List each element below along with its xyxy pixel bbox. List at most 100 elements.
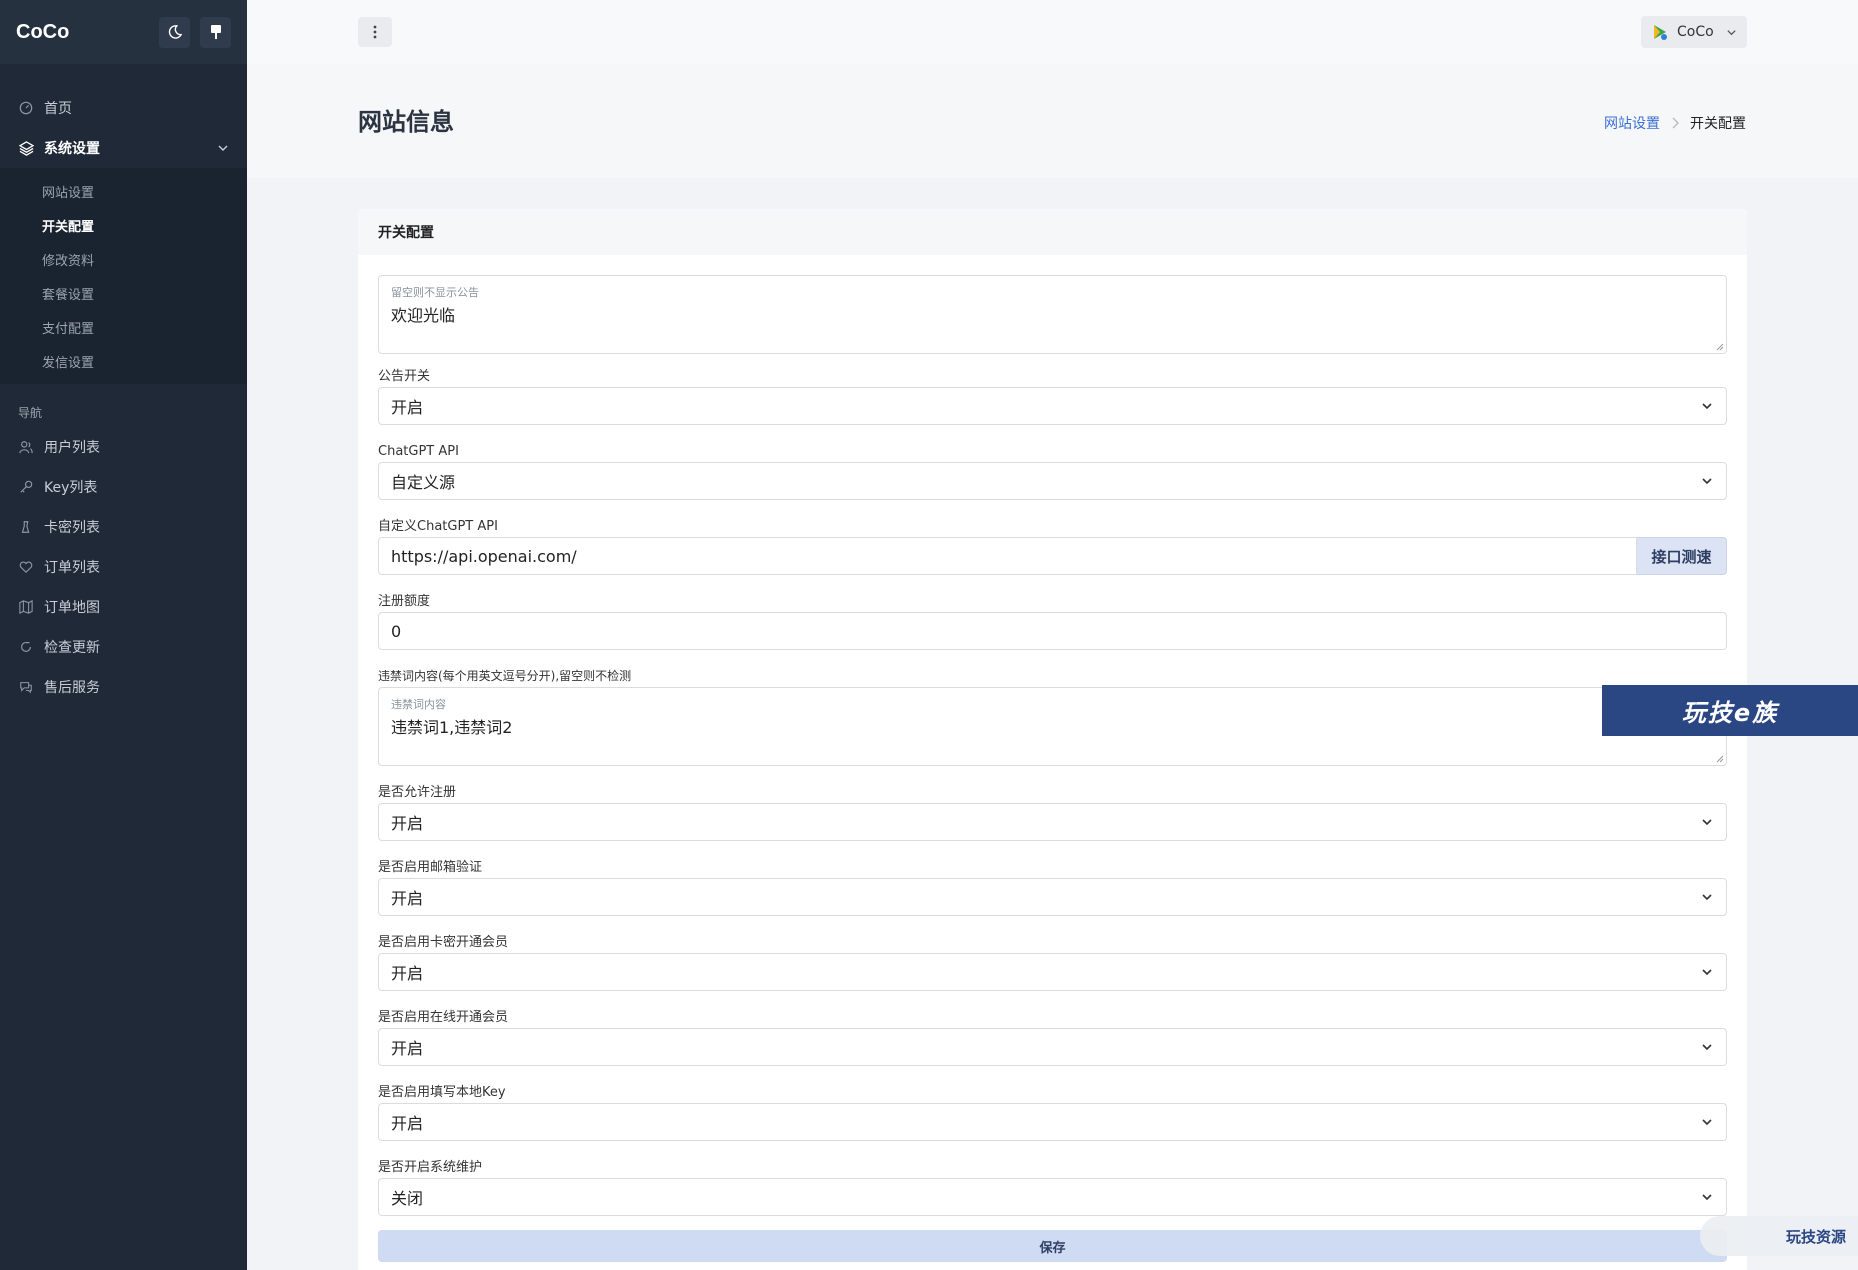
sidebar-item-label: 首页	[44, 101, 72, 117]
chevron-down-icon	[1702, 1044, 1712, 1051]
chess-icon	[18, 519, 34, 535]
switch-config-card: 开关配置 留空则不显示公告 欢迎光临 公告开关 开启 ChatGPT API 自…	[358, 209, 1747, 1270]
notice-switch-select[interactable]: 开启	[378, 387, 1727, 425]
custom-api-group: https://api.openai.com/ 接口测速	[378, 537, 1727, 575]
pin-icon	[210, 25, 221, 39]
allow-register-select[interactable]: 开启	[378, 803, 1727, 841]
allow-register-label: 是否允许注册	[378, 785, 457, 800]
banned-words-textarea[interactable]: 违禁词内容 违禁词1,违禁词2	[378, 687, 1727, 766]
sidebar-item-label: 用户列表	[44, 440, 100, 456]
chat-icon	[18, 679, 34, 695]
sidebar-item-label: 卡密列表	[44, 520, 100, 536]
banned-words-section-label: 违禁词内容(每个用英文逗号分开),留空则不检测	[378, 669, 632, 683]
chevron-down-icon	[1702, 478, 1712, 485]
chevron-down-icon	[1702, 894, 1712, 901]
settings-form: 留空则不显示公告 欢迎光临 公告开关 开启 ChatGPT API 自定义源 自…	[358, 255, 1747, 1262]
breadcrumb: 网站设置 开关配置	[1604, 113, 1746, 133]
sidebar-item-label: 订单列表	[44, 560, 100, 576]
announcement-value: 欢迎光临	[391, 306, 456, 325]
layers-icon	[18, 140, 34, 156]
chevron-down-icon	[1702, 1194, 1712, 1201]
notice-switch-label: 公告开关	[378, 369, 431, 384]
chatgpt-api-value: 自定义源	[391, 473, 456, 492]
api-speed-test-button[interactable]: 接口测速	[1637, 537, 1727, 575]
card-member-value: 开启	[391, 964, 424, 983]
submenu-item-site-settings[interactable]: 网站设置	[0, 174, 247, 208]
sidebar-item-order-map[interactable]: 订单地图	[0, 587, 247, 627]
online-member-value: 开启	[391, 1039, 424, 1058]
users-icon	[18, 439, 34, 455]
sidebar-item-users[interactable]: 用户列表	[0, 427, 247, 467]
custom-api-input[interactable]: https://api.openai.com/	[378, 537, 1637, 575]
announcement-placeholder-label: 留空则不显示公告	[391, 286, 479, 299]
sidebar-item-after-sales[interactable]: 售后服务	[0, 667, 247, 707]
sidebar-item-system-settings[interactable]: 系统设置	[0, 128, 247, 168]
sidebar-item-label: 检查更新	[44, 640, 100, 656]
card-title: 开关配置	[358, 209, 1747, 255]
map-icon	[18, 599, 34, 615]
chevron-down-icon	[1702, 969, 1712, 976]
submenu-item-edit-profile[interactable]: 修改资料	[0, 242, 247, 276]
online-member-select[interactable]: 开启	[378, 1028, 1727, 1066]
submenu-item-mail-settings[interactable]: 发信设置	[0, 344, 247, 378]
banned-words-value: 违禁词1,违禁词2	[391, 718, 513, 737]
key-icon	[18, 479, 34, 495]
sidebar-item-cards[interactable]: 卡密列表	[0, 507, 247, 547]
announcement-textarea[interactable]: 留空则不显示公告 欢迎光临	[378, 275, 1727, 354]
moon-icon	[168, 25, 182, 39]
more-menu-button[interactable]	[358, 17, 392, 47]
maintenance-value: 关闭	[391, 1189, 424, 1208]
card-member-select[interactable]: 开启	[378, 953, 1727, 991]
heart-icon	[18, 559, 34, 575]
chevron-down-icon	[1702, 819, 1712, 826]
sidebar-pin-button[interactable]	[200, 16, 231, 48]
chevron-down-icon	[218, 145, 228, 151]
brand-bar: CoCo	[0, 0, 247, 64]
local-key-value: 开启	[391, 1114, 424, 1133]
sidebar-nav: 首页 系统设置 网站设置 开关配置 修改资料 套餐设置 支付配置 发信设置 导航…	[0, 64, 247, 707]
submenu-item-payment-config[interactable]: 支付配置	[0, 310, 247, 344]
brand-logo[interactable]: CoCo	[16, 21, 149, 44]
banned-words-placeholder-label: 违禁词内容	[391, 698, 446, 711]
breadcrumb-current: 开关配置	[1690, 116, 1746, 132]
email-verify-select[interactable]: 开启	[378, 878, 1727, 916]
custom-api-label: 自定义ChatGPT API	[378, 519, 498, 534]
sidebar-item-keys[interactable]: Key列表	[0, 467, 247, 507]
submenu-item-plan-settings[interactable]: 套餐设置	[0, 276, 247, 310]
sidebar-item-label: 系统设置	[44, 141, 100, 157]
sidebar-item-label: 订单地图	[44, 600, 100, 616]
vertical-dots-icon	[373, 25, 377, 39]
sidebar-item-home[interactable]: 首页	[0, 88, 247, 128]
user-menu-button[interactable]: CoCo	[1641, 16, 1747, 48]
local-key-label: 是否启用填写本地Key	[378, 1085, 506, 1100]
chatgpt-api-label: ChatGPT API	[378, 444, 459, 459]
sidebar-item-label: Key列表	[44, 480, 98, 496]
chevron-down-icon	[1702, 1119, 1712, 1126]
register-quota-label: 注册额度	[378, 594, 431, 609]
maintenance-select[interactable]: 关闭	[378, 1178, 1727, 1216]
breadcrumb-link-site-settings[interactable]: 网站设置	[1604, 113, 1660, 133]
nav-section-heading: 导航	[18, 406, 43, 420]
allow-register-value: 开启	[391, 814, 424, 833]
topbar: CoCo	[247, 0, 1858, 64]
sidebar-item-label: 售后服务	[44, 680, 100, 696]
sidebar: CoCo 首页 系统设置 网站设置 开关配置 修改资料 套餐设置 支付配置 发信…	[0, 0, 247, 1270]
email-verify-label: 是否启用邮箱验证	[378, 860, 483, 875]
save-button[interactable]: 保存	[378, 1230, 1727, 1262]
dark-mode-toggle[interactable]	[159, 16, 190, 48]
resize-grip-icon[interactable]	[1716, 755, 1724, 763]
watermark-chip: 玩技资源	[1700, 1216, 1858, 1256]
notice-switch-value: 开启	[391, 398, 424, 417]
sidebar-item-orders[interactable]: 订单列表	[0, 547, 247, 587]
resize-grip-icon[interactable]	[1716, 343, 1724, 351]
user-name: CoCo	[1677, 24, 1714, 40]
local-key-select[interactable]: 开启	[378, 1103, 1727, 1141]
chatgpt-api-select[interactable]: 自定义源	[378, 462, 1727, 500]
sidebar-item-check-update[interactable]: 检查更新	[0, 627, 247, 667]
page-title: 网站信息	[358, 108, 454, 136]
chevron-down-icon	[1702, 403, 1712, 410]
register-quota-input[interactable]: 0	[378, 612, 1727, 650]
watermark-banner: 玩技e族	[1602, 685, 1858, 736]
chevron-down-icon	[1727, 29, 1736, 35]
submenu-item-switch-config[interactable]: 开关配置	[0, 208, 247, 242]
